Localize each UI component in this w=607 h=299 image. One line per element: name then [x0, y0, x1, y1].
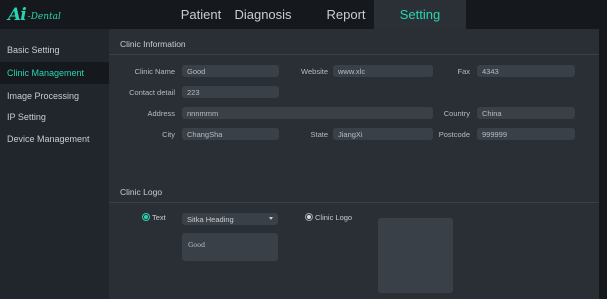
logo-dental-text: -Dental: [27, 11, 61, 22]
clinic-logo-radio[interactable]: [305, 213, 313, 221]
chevron-down-icon: [269, 217, 273, 220]
section-divider: [109, 54, 599, 55]
website-label: Website: [301, 67, 328, 76]
font-select[interactable]: Sitka Heading: [182, 213, 278, 225]
clinic-logo-title: Clinic Logo: [120, 187, 163, 197]
text-radio-label: Text: [152, 213, 166, 222]
website-field[interactable]: www.xlc: [333, 65, 433, 77]
app-logo: Ai -Dental: [8, 5, 61, 25]
tab-setting[interactable]: Setting: [374, 0, 466, 29]
city-field[interactable]: ChangSha: [182, 128, 279, 140]
clinic-information-title: Clinic Information: [120, 39, 186, 49]
font-select-value: Sitka Heading: [187, 214, 234, 224]
sidebar-item-clinic-management[interactable]: Clinic Management: [0, 62, 109, 84]
logo-upload-area[interactable]: [378, 218, 453, 293]
logo-ai-text: Ai: [8, 5, 27, 25]
fax-field[interactable]: 4343: [477, 65, 575, 77]
section-divider: [109, 202, 599, 203]
sidebar-item-basic-setting[interactable]: Basic Setting: [0, 39, 109, 61]
city-label: City: [162, 130, 175, 139]
sidebar-item-ip-setting[interactable]: IP Setting: [0, 106, 109, 128]
contact-detail-field[interactable]: 223: [182, 86, 279, 98]
clinic-logo-radio-label: Clinic Logo: [315, 213, 353, 222]
address-label: Address: [147, 109, 175, 118]
text-radio[interactable]: [142, 213, 150, 221]
state-field[interactable]: JiangXi: [333, 128, 433, 140]
postcode-field[interactable]: 999999: [477, 128, 575, 140]
tab-diagnosis[interactable]: Diagnosis: [217, 0, 309, 29]
sidebar-item-image-processing[interactable]: Image Processing: [0, 85, 109, 107]
top-bar: Ai -Dental Patient Diagnosis Report Sett…: [0, 0, 607, 29]
state-label: State: [310, 130, 328, 139]
postcode-label: Postcode: [438, 130, 470, 139]
fax-label: Fax: [457, 67, 470, 76]
address-field[interactable]: nnnmmm: [182, 107, 433, 119]
right-margin: [599, 29, 607, 299]
sidebar: Basic Setting Clinic Management Image Pr…: [0, 29, 109, 299]
clinic-name-label: Clinic Name: [134, 67, 175, 76]
contact-detail-label: Contact detail: [129, 88, 175, 97]
country-label: Country: [443, 109, 470, 118]
country-field[interactable]: China: [477, 107, 575, 119]
text-preview-box[interactable]: Good: [182, 233, 278, 261]
main-panel: Clinic Information Clinic Name Good Webs…: [109, 29, 599, 299]
clinic-name-field[interactable]: Good: [182, 65, 279, 77]
sidebar-item-device-management[interactable]: Device Management: [0, 128, 109, 150]
